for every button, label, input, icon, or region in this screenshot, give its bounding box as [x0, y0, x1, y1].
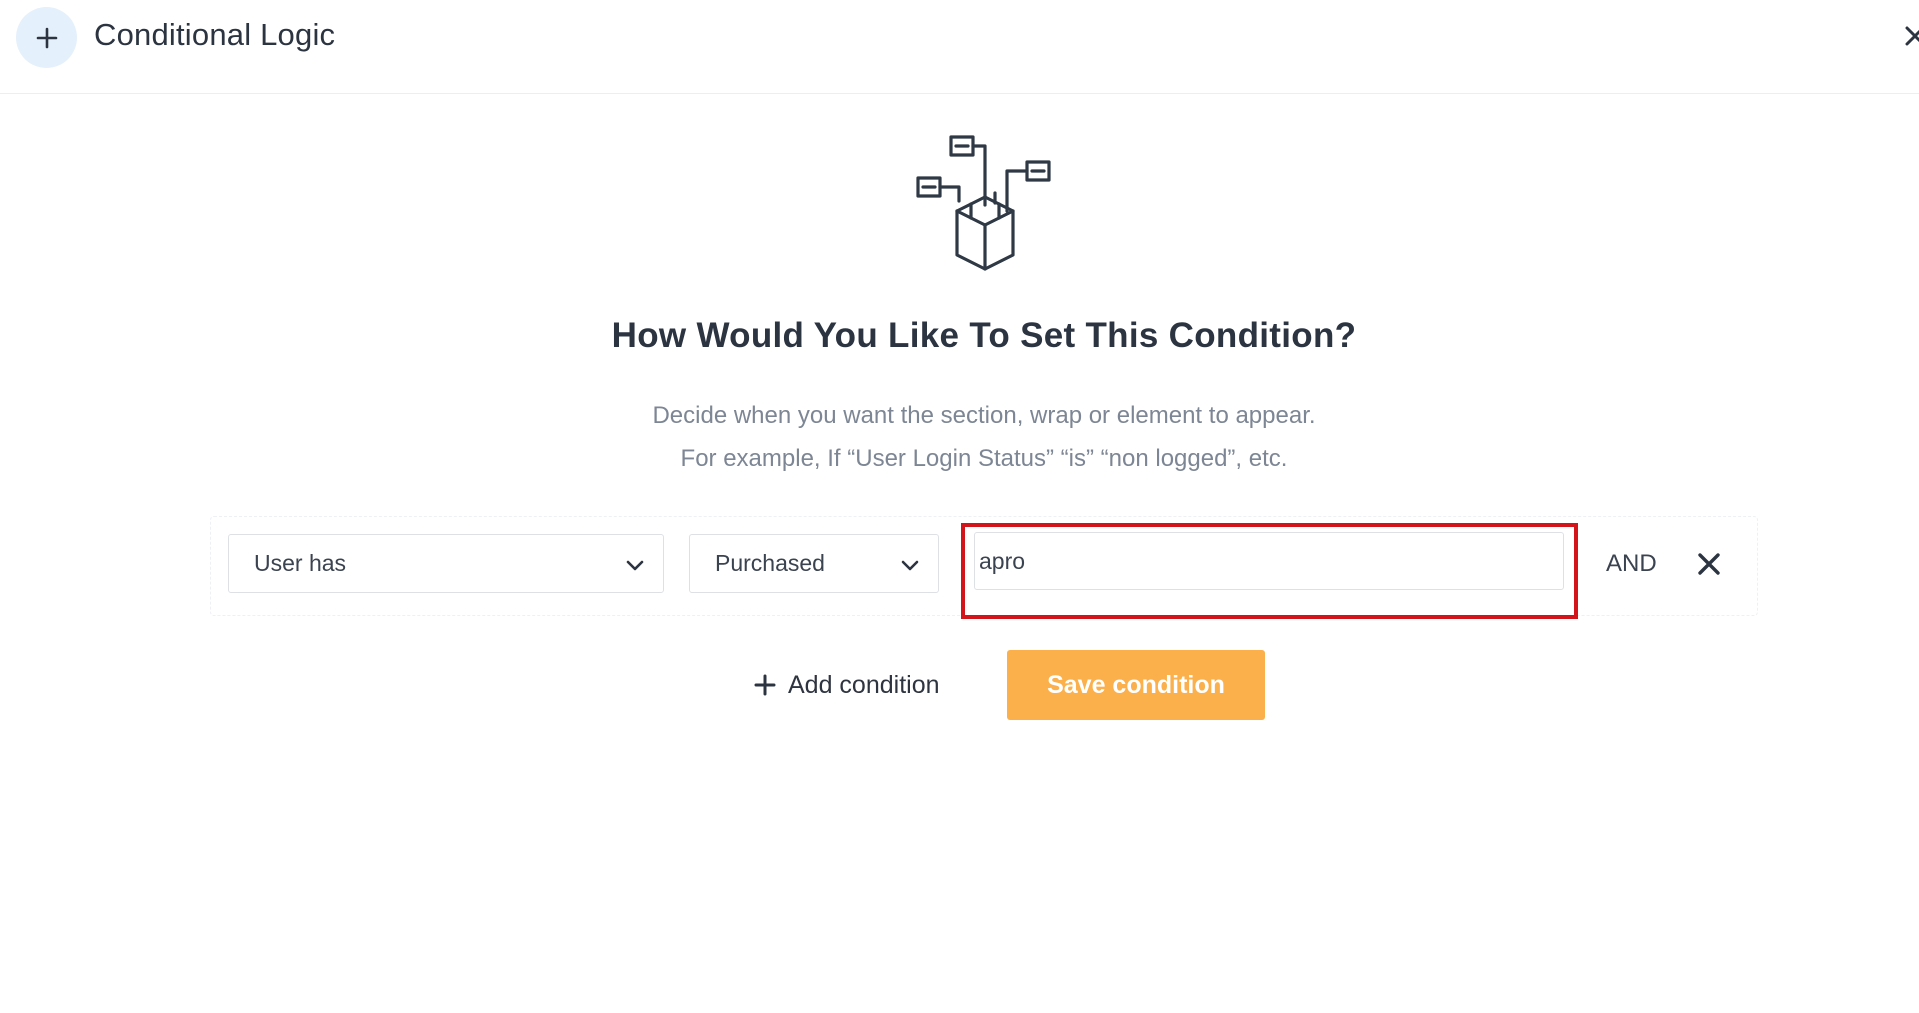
close-icon[interactable] — [1905, 20, 1919, 52]
add-condition-label: Add condition — [788, 670, 940, 699]
remove-condition-icon[interactable] — [1696, 551, 1722, 577]
condition-description-line-2: For example, If “User Login Status” “is”… — [680, 445, 1288, 472]
panel-header: Conditional Logic — [0, 0, 1919, 94]
condition-description-line-1: Decide when you want the section, wrap o… — [652, 402, 1316, 429]
plus-icon — [36, 27, 57, 48]
add-condition-button[interactable]: Add condition — [754, 668, 940, 702]
header-plus-icon — [16, 7, 77, 68]
chevron-down-icon — [626, 560, 644, 571]
condition-field-select[interactable]: User has — [228, 534, 664, 593]
panel-title: Conditional Logic — [94, 17, 336, 52]
and-connector[interactable]: AND — [1606, 550, 1657, 578]
conditional-box-icon — [916, 135, 1051, 271]
plus-icon — [754, 674, 776, 696]
condition-operator-value: Purchased — [715, 550, 825, 576]
save-condition-button[interactable]: Save condition — [1007, 650, 1265, 720]
condition-title: How Would You Like To Set This Condition… — [611, 316, 1357, 355]
condition-operator-select[interactable]: Purchased — [689, 534, 939, 593]
condition-field-value: User has — [254, 550, 347, 576]
chevron-down-icon — [901, 560, 919, 571]
condition-value-input[interactable] — [974, 532, 1564, 590]
